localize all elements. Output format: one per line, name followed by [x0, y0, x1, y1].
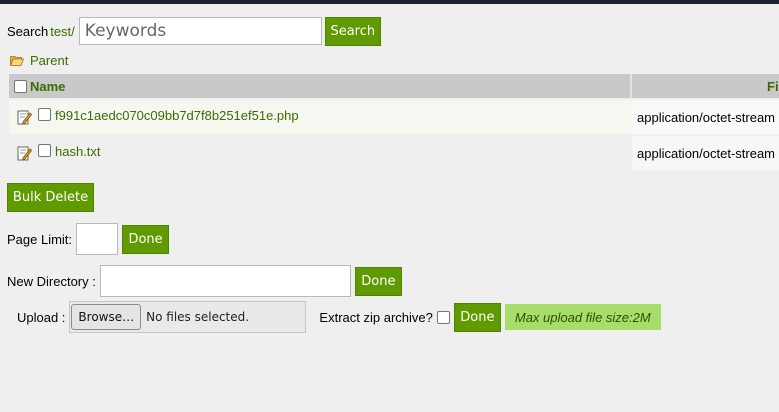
parent-link[interactable]: Parent	[30, 53, 68, 68]
search-path-link[interactable]: test/	[50, 24, 75, 39]
upload-label: Upload :	[17, 309, 66, 325]
mime-type: application/octet-stream	[637, 109, 776, 125]
column-divider	[630, 74, 632, 98]
upload-done-button[interactable]: Done	[453, 302, 501, 332]
upload-form: Upload : Browse… No files selected. Extr…	[17, 301, 661, 333]
edit-icon[interactable]	[17, 145, 32, 161]
bulk-delete-button[interactable]: Bulk Delete	[7, 183, 94, 212]
page-limit-input[interactable]	[76, 223, 119, 255]
file-name-link[interactable]: f991c1aedc070c09bb7d7f8b251ef51e.php	[55, 108, 299, 123]
extract-zip-checkbox[interactable]	[436, 310, 450, 324]
browse-button[interactable]: Browse…	[71, 304, 142, 330]
new-directory-form: New Directory : Done	[7, 264, 402, 298]
folder-open-icon	[10, 55, 24, 66]
page-limit-label: Page Limit:	[7, 231, 73, 247]
new-directory-done-button[interactable]: Done	[354, 266, 402, 296]
search-label: Search	[7, 23, 49, 39]
parent-link-row[interactable]: Parent	[10, 52, 68, 68]
edit-icon[interactable]	[17, 109, 32, 125]
table-header: Name Fi	[9, 74, 779, 98]
row-checkbox[interactable]	[38, 144, 51, 157]
table-row: hash.txt application/octet-stream	[9, 136, 779, 170]
file-status-text: No files selected.	[146, 310, 250, 324]
extract-zip-label: Extract zip archive?	[319, 309, 433, 325]
type-column-label[interactable]: Fi	[767, 74, 779, 98]
search-bar: Search test/ Search	[7, 15, 381, 47]
page-limit-done-button[interactable]: Done	[122, 224, 170, 254]
name-cell: hash.txt	[9, 136, 630, 170]
name-column-header: Name	[9, 74, 630, 98]
search-input[interactable]	[78, 17, 322, 45]
file-picker[interactable]: Browse… No files selected.	[69, 301, 307, 333]
new-directory-label: New Directory :	[7, 273, 96, 289]
name-column-label[interactable]: Name	[30, 79, 65, 94]
file-name-link[interactable]: hash.txt	[55, 144, 101, 159]
new-directory-input[interactable]	[99, 265, 351, 297]
mime-type: application/octet-stream	[637, 145, 776, 161]
top-bar	[0, 0, 779, 4]
row-checkbox[interactable]	[38, 108, 51, 121]
page-limit-form: Page Limit: Done	[7, 222, 170, 256]
name-cell: f991c1aedc070c09bb7d7f8b251ef51e.php	[9, 100, 630, 134]
type-cell: application/octet-stream	[632, 136, 779, 170]
table-row: f991c1aedc070c09bb7d7f8b251ef51e.php app…	[9, 100, 779, 134]
select-all-checkbox[interactable]	[14, 79, 27, 93]
type-cell: application/octet-stream	[632, 100, 779, 134]
max-upload-size-notice: Max upload file size:2M	[504, 304, 661, 330]
search-button[interactable]: Search	[324, 16, 381, 46]
